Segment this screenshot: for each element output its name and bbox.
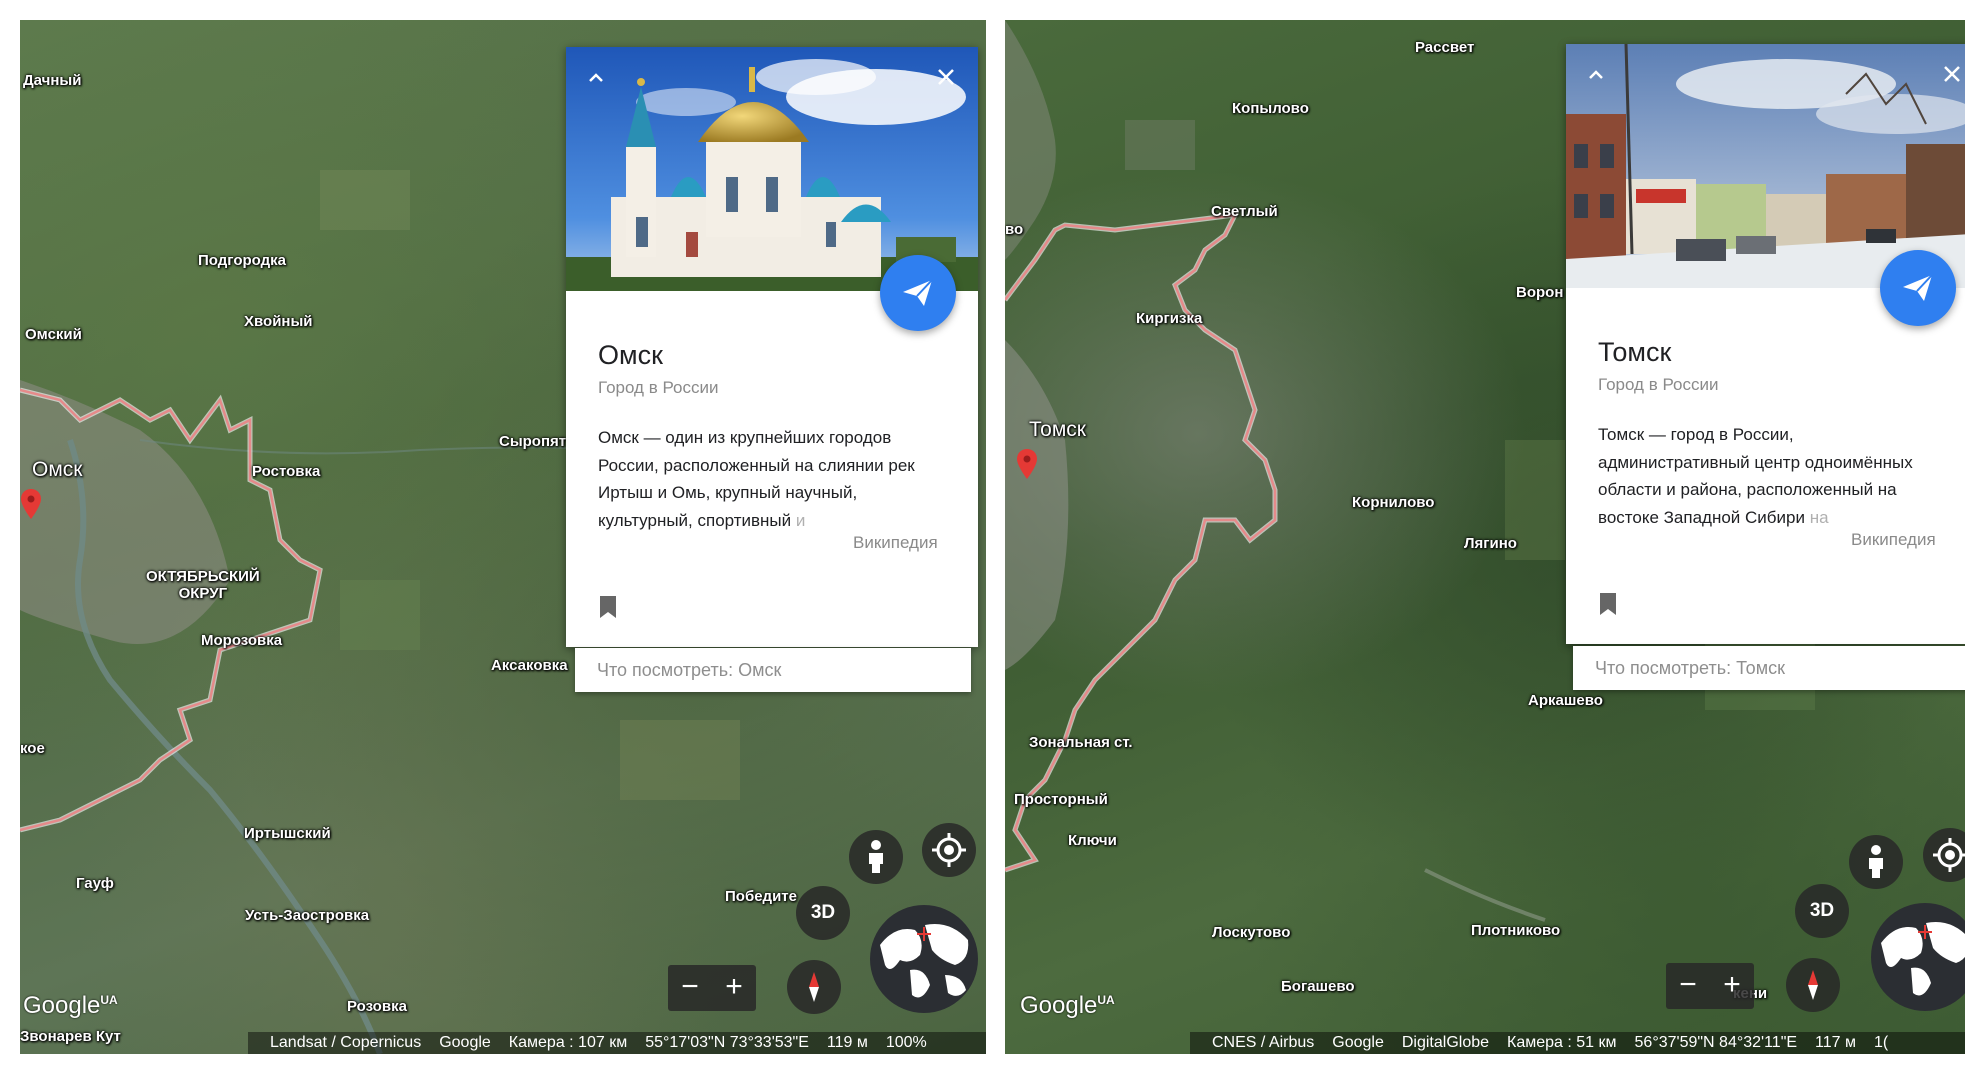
zoom-out-button[interactable]: − — [1666, 963, 1710, 1009]
pegman-icon — [869, 840, 883, 873]
place-label: во — [1005, 221, 1024, 238]
place-description: Омск — один из крупнейших городов России… — [598, 428, 915, 530]
place-label: Хвойный — [244, 313, 313, 330]
see-more-link[interactable]: Что посмотреть: Омск — [575, 648, 971, 692]
place-label: Звонарев Кут — [20, 1028, 121, 1045]
wikipedia-link[interactable]: Википедия — [853, 533, 938, 553]
attribution-bar: Landsat / Copernicus Google Камера : 107 к… — [248, 1032, 986, 1054]
map-panel-omsk[interactable]: Дачный Подгородка Хвойный Омский Омск Ро… — [20, 20, 986, 1054]
place-label: Лягино — [1464, 535, 1517, 552]
zoom-out-button[interactable]: − — [668, 965, 712, 1011]
place-label: Ростовка — [252, 463, 321, 480]
place-label: Подгородка — [198, 252, 286, 269]
street-view-button[interactable] — [1849, 835, 1903, 889]
toggle-3d-button[interactable]: 3D — [1795, 884, 1849, 938]
place-label: Светлый — [1211, 203, 1278, 220]
place-description: Томск — город в России, административный… — [1598, 425, 1913, 527]
compass-icon — [809, 972, 819, 1002]
my-location-button[interactable] — [1923, 828, 1965, 882]
place-label: Усть-Заостровка — [245, 907, 370, 924]
place-label: Аксаковка — [491, 657, 568, 674]
place-title: Омск — [598, 340, 663, 370]
globe-minimap[interactable] — [870, 905, 978, 1013]
place-label: Ворон — [1516, 284, 1564, 301]
toggle-3d-button[interactable]: 3D — [796, 886, 850, 940]
pegman-icon — [1869, 845, 1883, 878]
globe-icon — [880, 924, 969, 998]
see-more-link[interactable]: Что посмотреть: Томск — [1573, 646, 1965, 690]
place-label: Иртышский — [244, 825, 331, 842]
share-button[interactable] — [880, 255, 956, 331]
crosshair-icon — [932, 833, 966, 867]
zoom-control: − + — [668, 965, 756, 1011]
city-label: Томск — [1029, 418, 1086, 441]
place-subtitle: Город в России — [1598, 375, 1719, 394]
compass-button[interactable] — [787, 960, 841, 1014]
compass-button[interactable] — [1786, 958, 1840, 1012]
place-label: Зональная ст. — [1029, 734, 1133, 751]
place-label: Просторный — [1014, 791, 1108, 808]
place-title: Томск — [1598, 337, 1672, 367]
close-card-button[interactable] — [930, 61, 962, 93]
location-pin-icon[interactable] — [1016, 448, 1038, 480]
share-button[interactable] — [1880, 250, 1956, 326]
place-label: Богашево — [1281, 978, 1355, 995]
street-view-button[interactable] — [849, 830, 903, 884]
place-subtitle: Город в России — [598, 378, 719, 397]
bookmark-icon[interactable] — [598, 595, 618, 619]
district-label: ОКТЯБРЬСКИЙ ОКРУГ — [146, 568, 260, 602]
place-label: Копылово — [1232, 100, 1309, 117]
collapse-card-button[interactable] — [580, 61, 612, 93]
place-label: кое — [20, 740, 45, 757]
zoom-control: − + — [1666, 963, 1754, 1009]
wikipedia-link[interactable]: Википедия — [1851, 530, 1936, 550]
city-label: Омск — [32, 458, 83, 481]
compass-icon — [1808, 970, 1818, 1000]
chevron-up-icon — [1589, 70, 1603, 79]
zoom-in-button[interactable]: + — [712, 965, 756, 1011]
close-icon — [938, 69, 954, 85]
crosshair-icon — [1933, 838, 1965, 872]
my-location-button[interactable] — [922, 823, 976, 877]
paper-plane-icon — [903, 279, 933, 306]
place-card: Томск Город в России Томск — город в Рос… — [1566, 44, 1965, 644]
google-logo: GoogleUA — [23, 992, 118, 1019]
close-icon — [1944, 66, 1960, 82]
map-panel-tomsk[interactable]: Рассвет Копылово Светлый во Киргизка Вор… — [1005, 20, 1965, 1054]
close-card-button[interactable] — [1936, 58, 1965, 90]
place-label: Киргизка — [1136, 310, 1203, 327]
place-label: Лоскутово — [1212, 924, 1291, 941]
place-label: Корнилово — [1352, 494, 1435, 511]
zoom-in-button[interactable]: + — [1710, 963, 1754, 1009]
place-label: Ключи — [1068, 832, 1117, 849]
bookmark-icon[interactable] — [1598, 592, 1618, 616]
paper-plane-icon — [1903, 274, 1933, 301]
place-label: Дачный — [23, 72, 82, 89]
attribution-bar: CNES / Airbus Google DigitalGlobe Камера : … — [1190, 1032, 1965, 1054]
place-label: Сыропят — [499, 433, 567, 450]
place-label: Морозовка — [201, 632, 283, 649]
google-logo: GoogleUA — [1020, 992, 1115, 1019]
place-label: Аркашево — [1528, 692, 1603, 709]
place-label: Гауф — [76, 875, 114, 892]
place-card: Омск Город в России Омск — один из крупн… — [566, 47, 978, 647]
place-label: Рассвет — [1415, 39, 1475, 56]
collapse-card-button[interactable] — [1580, 58, 1612, 90]
location-pin-icon[interactable] — [20, 488, 42, 520]
place-label: Омский — [25, 326, 82, 343]
place-label: Плотниково — [1471, 922, 1561, 939]
place-label: Розовка — [347, 998, 407, 1015]
place-label: Победите — [725, 888, 797, 905]
chevron-up-icon — [589, 73, 603, 82]
